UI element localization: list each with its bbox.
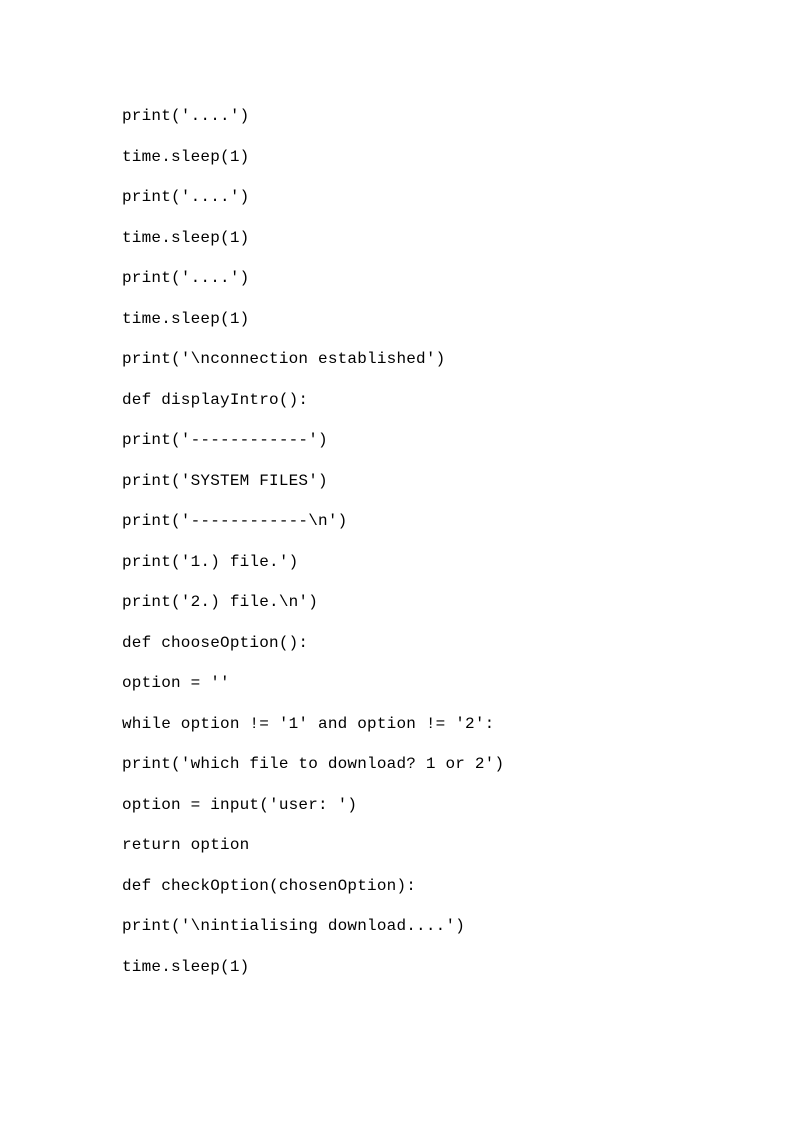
code-line: print('which file to download? 1 or 2') [122, 756, 800, 772]
code-line: print('------------\n') [122, 513, 800, 529]
code-document: print('....') time.sleep(1) print('....'… [0, 0, 800, 975]
code-line: while option != '1' and option != '2': [122, 716, 800, 732]
code-line: print('------------') [122, 432, 800, 448]
code-line: def chooseOption(): [122, 635, 800, 651]
code-line: print('2.) file.\n') [122, 594, 800, 610]
code-line: time.sleep(1) [122, 149, 800, 165]
code-line: time.sleep(1) [122, 230, 800, 246]
code-line: print('....') [122, 270, 800, 286]
code-line: option = input('user: ') [122, 797, 800, 813]
code-line: return option [122, 837, 800, 853]
code-line: print('1.) file.') [122, 554, 800, 570]
code-line: print('\nintialising download....') [122, 918, 800, 934]
code-line: time.sleep(1) [122, 959, 800, 975]
code-line: option = '' [122, 675, 800, 691]
code-line: print('\nconnection established') [122, 351, 800, 367]
code-line: def displayIntro(): [122, 392, 800, 408]
code-line: print('....') [122, 189, 800, 205]
code-line: print('....') [122, 108, 800, 124]
code-line: time.sleep(1) [122, 311, 800, 327]
code-line: print('SYSTEM FILES') [122, 473, 800, 489]
code-line: def checkOption(chosenOption): [122, 878, 800, 894]
